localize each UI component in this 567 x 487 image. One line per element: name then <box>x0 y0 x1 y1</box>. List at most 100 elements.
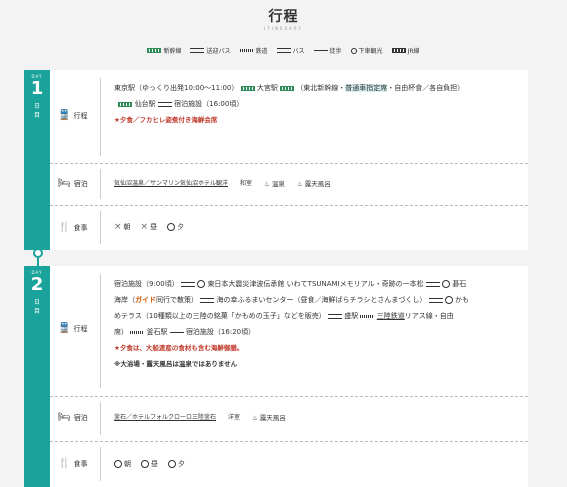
itinerary-text: リアス線・自由 <box>404 312 454 320</box>
itinerary-text: 釜石駅 <box>146 328 168 336</box>
cutlery-icon: 🍴 <box>58 458 71 469</box>
cutlery-icon: 🍴 <box>58 222 71 233</box>
itinerary-text: 宿泊施設（9:00頃） <box>114 280 179 288</box>
room-type: 和室 <box>240 180 253 187</box>
itinerary-header: 🚆 行程 <box>58 323 87 334</box>
circle-icon <box>141 460 149 468</box>
bath-icon: ♨ <box>252 414 258 422</box>
stay-row: 🛏 宿泊 気仙沼温泉／サンマリン気仙沼ホテル観洋 和室 ♨ 温泉 ♨ 露天風呂 <box>50 163 528 206</box>
stay-header: 🛏 宿泊 <box>58 412 88 423</box>
shinkansen-line-icon <box>118 101 133 107</box>
hotel-link[interactable]: 釜石／ホテルフォルクローロ三陸釜石 <box>114 410 216 426</box>
meal-label: 朝 <box>123 223 131 231</box>
cross-icon: × <box>140 222 149 232</box>
bus-line-icon <box>276 48 291 53</box>
meal-label: 朝 <box>124 460 131 468</box>
meal-label: 昼 <box>151 460 158 468</box>
cross-icon: × <box>114 222 122 232</box>
dinner-note: ★夕食は、大船渡産の食材も含む海鮮御膳。 <box>114 344 244 352</box>
itinerary-text: ・自由杯食／各自負担） <box>387 84 465 92</box>
legend-label: 下車観光 <box>358 48 383 55</box>
bed-icon: 🛏 <box>58 178 71 189</box>
shuttle-bus-line-icon <box>190 48 205 53</box>
itinerary-text: 海の幸ふるまいセンター（昼食／海鮮ばらチラシとさんまづくし） <box>216 296 427 304</box>
page-subtitle: ITINERARY <box>264 26 303 31</box>
onsen-label: 温泉 <box>271 180 285 188</box>
onsen-badge: ♨ 温泉 <box>264 176 285 192</box>
day-number: 1 <box>30 78 44 99</box>
hotel-link[interactable]: 気仙沼温泉／サンマリン気仙沼ホテル観洋 <box>114 176 228 192</box>
itinerary-text: かも <box>455 296 470 304</box>
legend-label: 新幹線 <box>163 48 182 55</box>
itinerary-text: 東日本大震災津波伝承館 いわてTSUNAMIメモリアル・奇跡の一本松 <box>207 280 424 288</box>
railway-link[interactable]: 三陸鉄道 <box>377 312 405 320</box>
day-1-tab: DAY 1 日 目 <box>24 70 50 250</box>
bed-icon: 🛏 <box>58 412 71 423</box>
itinerary-text: 宿泊施設（16:00頃） <box>174 100 244 108</box>
legend: 新幹線 送迎バス 鉄道 バス 徒歩 下車観光 JR線 <box>0 46 567 55</box>
divider <box>100 78 101 156</box>
page-title: 行程 <box>268 9 299 25</box>
legend-label: 送迎バス <box>206 48 231 55</box>
itinerary-text: 仙台駅 <box>134 100 156 108</box>
seat-highlight: 普通車指定席 <box>345 84 388 92</box>
meal-header: 🍴 食事 <box>58 222 87 233</box>
itinerary-text: 宿泊施設（16:20頃） <box>185 328 256 336</box>
legend-walk: 徒歩 <box>313 46 342 55</box>
row-label: 行程 <box>73 111 88 120</box>
divider <box>100 211 101 244</box>
row-label: 食事 <box>73 459 88 468</box>
bus-line-icon <box>180 281 195 287</box>
meal-breakfast: × 朝 <box>114 219 131 235</box>
train-icon: 🚆 <box>58 110 71 121</box>
day-1-card: 🚆 行程 東京駅（ゆっくり出発10:00～11:00） 大宮駅 （東北新幹線・普通… <box>50 70 528 250</box>
circle-icon <box>168 460 176 468</box>
bath-note: ※大浴場・露天風呂は温泉ではありません <box>114 360 238 368</box>
bath-badge: ♨ 露天風呂 <box>252 410 286 426</box>
meal-lunch: 昼 <box>141 456 158 472</box>
itinerary-text: （東北新幹線・ <box>296 84 346 92</box>
itinerary-header: 🚆 行程 <box>58 110 87 121</box>
row-label: 宿泊 <box>73 413 88 422</box>
meal-body: × 朝 × 昼 夕 <box>114 219 514 235</box>
stop-circle-icon <box>197 280 206 288</box>
day-kanji: 目 <box>33 112 40 119</box>
circle-icon <box>167 223 176 231</box>
divider <box>100 447 101 481</box>
day-kanji: 日 <box>33 103 40 110</box>
bath-label: 露天風呂 <box>304 180 331 188</box>
legend-label: 徒歩 <box>329 48 342 55</box>
meal-body: 朝 昼 夕 <box>114 456 514 472</box>
meal-label: 夕 <box>177 223 185 231</box>
stay-row: 🛏 宿泊 釜石／ホテルフォルクローロ三陸釜石 洋室 ♨ 露天風呂 <box>50 396 528 442</box>
bath-label: 露天風呂 <box>259 414 286 422</box>
room-type: 洋室 <box>228 414 241 421</box>
itinerary-row: 🚆 行程 東京駅（ゆっくり出発10:00～11:00） 大宮駅 （東北新幹線・普通… <box>50 70 528 164</box>
guide-highlight: ガイド <box>135 296 156 304</box>
meal-breakfast: 朝 <box>114 456 131 472</box>
itinerary-text: 東京駅（ゆっくり出発10:00～11:00） <box>114 84 239 92</box>
walk-line-icon <box>169 331 184 333</box>
legend-shuttle: 送迎バス <box>190 46 231 55</box>
day-kanji: 目 <box>33 308 40 315</box>
itinerary-text: 海岸（ <box>114 296 135 304</box>
row-label: 宿泊 <box>73 179 88 188</box>
divider <box>100 169 101 199</box>
stay-body: 気仙沼温泉／サンマリン気仙沼ホテル観洋 和室 ♨ 温泉 ♨ 露天風呂 <box>114 176 514 192</box>
meal-label: 夕 <box>178 460 185 468</box>
itinerary-text: 碁石 <box>452 280 467 288</box>
divider <box>100 402 101 435</box>
bath-icon: ♨ <box>296 180 303 188</box>
legend-stop: 下車観光 <box>350 46 383 55</box>
stay-body: 釜石／ホテルフォルクローロ三陸釜石 洋室 ♨ 露天風呂 <box>114 410 514 426</box>
legend-jr: JR線 <box>391 46 420 55</box>
itinerary-text: 大宮駅 <box>256 84 278 92</box>
bus-line-icon <box>200 297 215 303</box>
shinkansen-line-icon <box>280 85 295 91</box>
meal-label: 昼 <box>150 223 158 231</box>
itinerary-body: 宿泊施設（9:00頃） 東日本大震災津波伝承館 いわてTSUNAMIメモリアル・… <box>114 276 514 372</box>
stop-circle-icon <box>442 280 451 288</box>
bath-badge: ♨ 露天風呂 <box>297 176 331 192</box>
legend-railway: 鉄道 <box>239 46 268 55</box>
row-label: 行程 <box>73 324 88 333</box>
